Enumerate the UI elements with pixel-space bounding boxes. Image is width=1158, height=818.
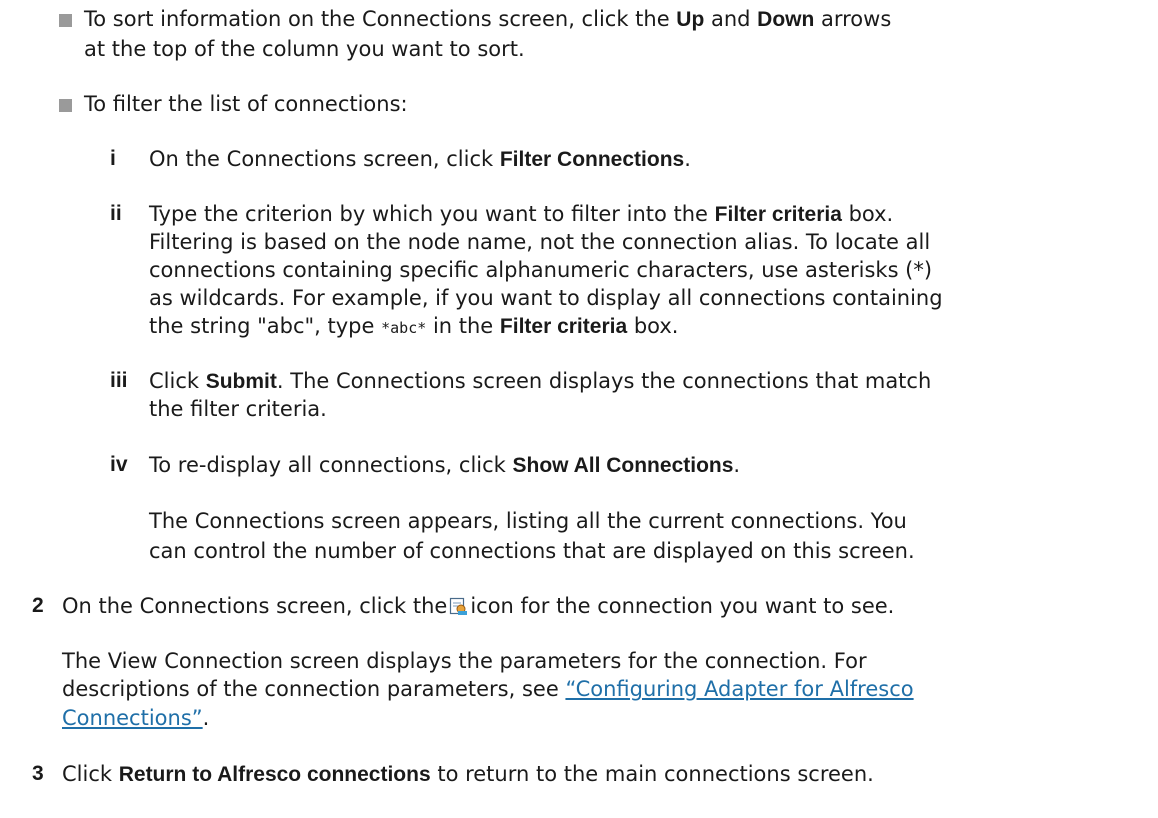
text: can control the number of connections th… xyxy=(149,539,915,563)
text: box. xyxy=(627,314,679,338)
text: connections containing specific alphanum… xyxy=(149,258,933,282)
view-connection-icon[interactable] xyxy=(449,594,468,615)
bullet-marker xyxy=(59,14,72,27)
text: On the Connections screen, click xyxy=(149,147,500,171)
text: and xyxy=(704,7,758,31)
result-note-line2: can control the number of connections th… xyxy=(149,536,915,566)
text: descriptions of the connection parameter… xyxy=(62,677,566,701)
text: On the Connections screen, click the xyxy=(62,594,448,618)
result-note: The Connections screen appears, listing … xyxy=(149,506,907,536)
sort-instruction: To sort information on the Connections s… xyxy=(84,4,891,35)
configuring-adapter-link[interactable]: “Configuring Adapter for Alfresco xyxy=(565,677,913,701)
substep-i: On the Connections screen, click Filter … xyxy=(149,144,691,175)
text: Click xyxy=(149,369,206,393)
substep-ii-line: Filtering is based on the node name, not… xyxy=(149,227,930,257)
substep-marker: iii xyxy=(110,369,128,392)
text: To filter the list of connections: xyxy=(84,92,408,116)
step-number: 2 xyxy=(32,594,44,617)
text: The Connections screen appears, listing … xyxy=(149,509,907,533)
text: To sort information on the Connections s… xyxy=(84,7,677,31)
filter-instruction: To filter the list of connections: xyxy=(84,89,408,119)
text: . xyxy=(733,453,741,477)
filter-connections-term: Filter Connections xyxy=(499,148,685,171)
return-to-alfresco-term: Return to Alfresco connections xyxy=(118,763,431,786)
text: The View Connection screen displays the … xyxy=(62,649,867,673)
down-term: Down xyxy=(757,8,815,31)
substep-ii-line: connections containing specific alphanum… xyxy=(149,255,932,285)
text: To re-display all connections, click xyxy=(149,453,513,477)
text: icon for the connection you want to see. xyxy=(470,594,895,618)
bullet-marker xyxy=(59,99,72,112)
step-2: On the Connections screen, click the icon… xyxy=(62,591,894,621)
configuring-adapter-link-cont[interactable]: Connections” xyxy=(62,706,203,730)
text: box. xyxy=(841,202,894,226)
filter-criteria-term: Filter criteria xyxy=(714,203,842,226)
submit-term: Submit xyxy=(205,370,277,393)
text: as wildcards. For example, if you want t… xyxy=(149,286,943,310)
text: the filter criteria. xyxy=(149,397,327,421)
text: in the xyxy=(426,314,500,338)
substep-marker: iv xyxy=(110,453,128,476)
text: at the top of the column you want to sor… xyxy=(84,37,525,61)
text: Click xyxy=(62,762,119,786)
text: to return to the main connections screen… xyxy=(430,762,874,786)
step-2-description-line2: descriptions of the connection parameter… xyxy=(62,674,914,704)
substep-marker: ii xyxy=(110,202,122,225)
substep-iii-line: the filter criteria. xyxy=(149,394,327,424)
substep-ii-line: as wildcards. For example, if you want t… xyxy=(149,283,943,313)
text: Filtering is based on the node name, not… xyxy=(149,230,931,254)
substep-iv: To re-display all connections, click Sho… xyxy=(149,450,740,481)
text: . xyxy=(684,147,691,171)
sort-instruction-line2: at the top of the column you want to sor… xyxy=(84,34,525,64)
text: . The Connections screen displays the co… xyxy=(276,369,932,393)
text: . xyxy=(202,706,210,730)
substep-iii: Click Submit. The Connections screen dis… xyxy=(149,366,931,397)
substep-ii: Type the criterion by which you want to … xyxy=(149,199,893,230)
step-2-description: The View Connection screen displays the … xyxy=(62,646,867,676)
text: the string "abc", type xyxy=(149,314,382,338)
substep-marker: i xyxy=(110,147,116,170)
text: Type the criterion by which you want to … xyxy=(149,202,715,226)
step-2-description-line3: Connections”. xyxy=(62,703,209,733)
step-3: Click Return to Alfresco connections to … xyxy=(62,759,874,790)
step-number: 3 xyxy=(32,762,44,785)
show-all-connections-term: Show All Connections xyxy=(512,454,734,477)
text: arrows xyxy=(814,7,892,31)
wildcard-code: *abc* xyxy=(381,319,427,337)
substep-ii-line: the string "abc", type *abc* in the Filt… xyxy=(149,311,678,343)
up-term: Up xyxy=(676,8,705,31)
filter-criteria-term: Filter criteria xyxy=(499,315,628,338)
